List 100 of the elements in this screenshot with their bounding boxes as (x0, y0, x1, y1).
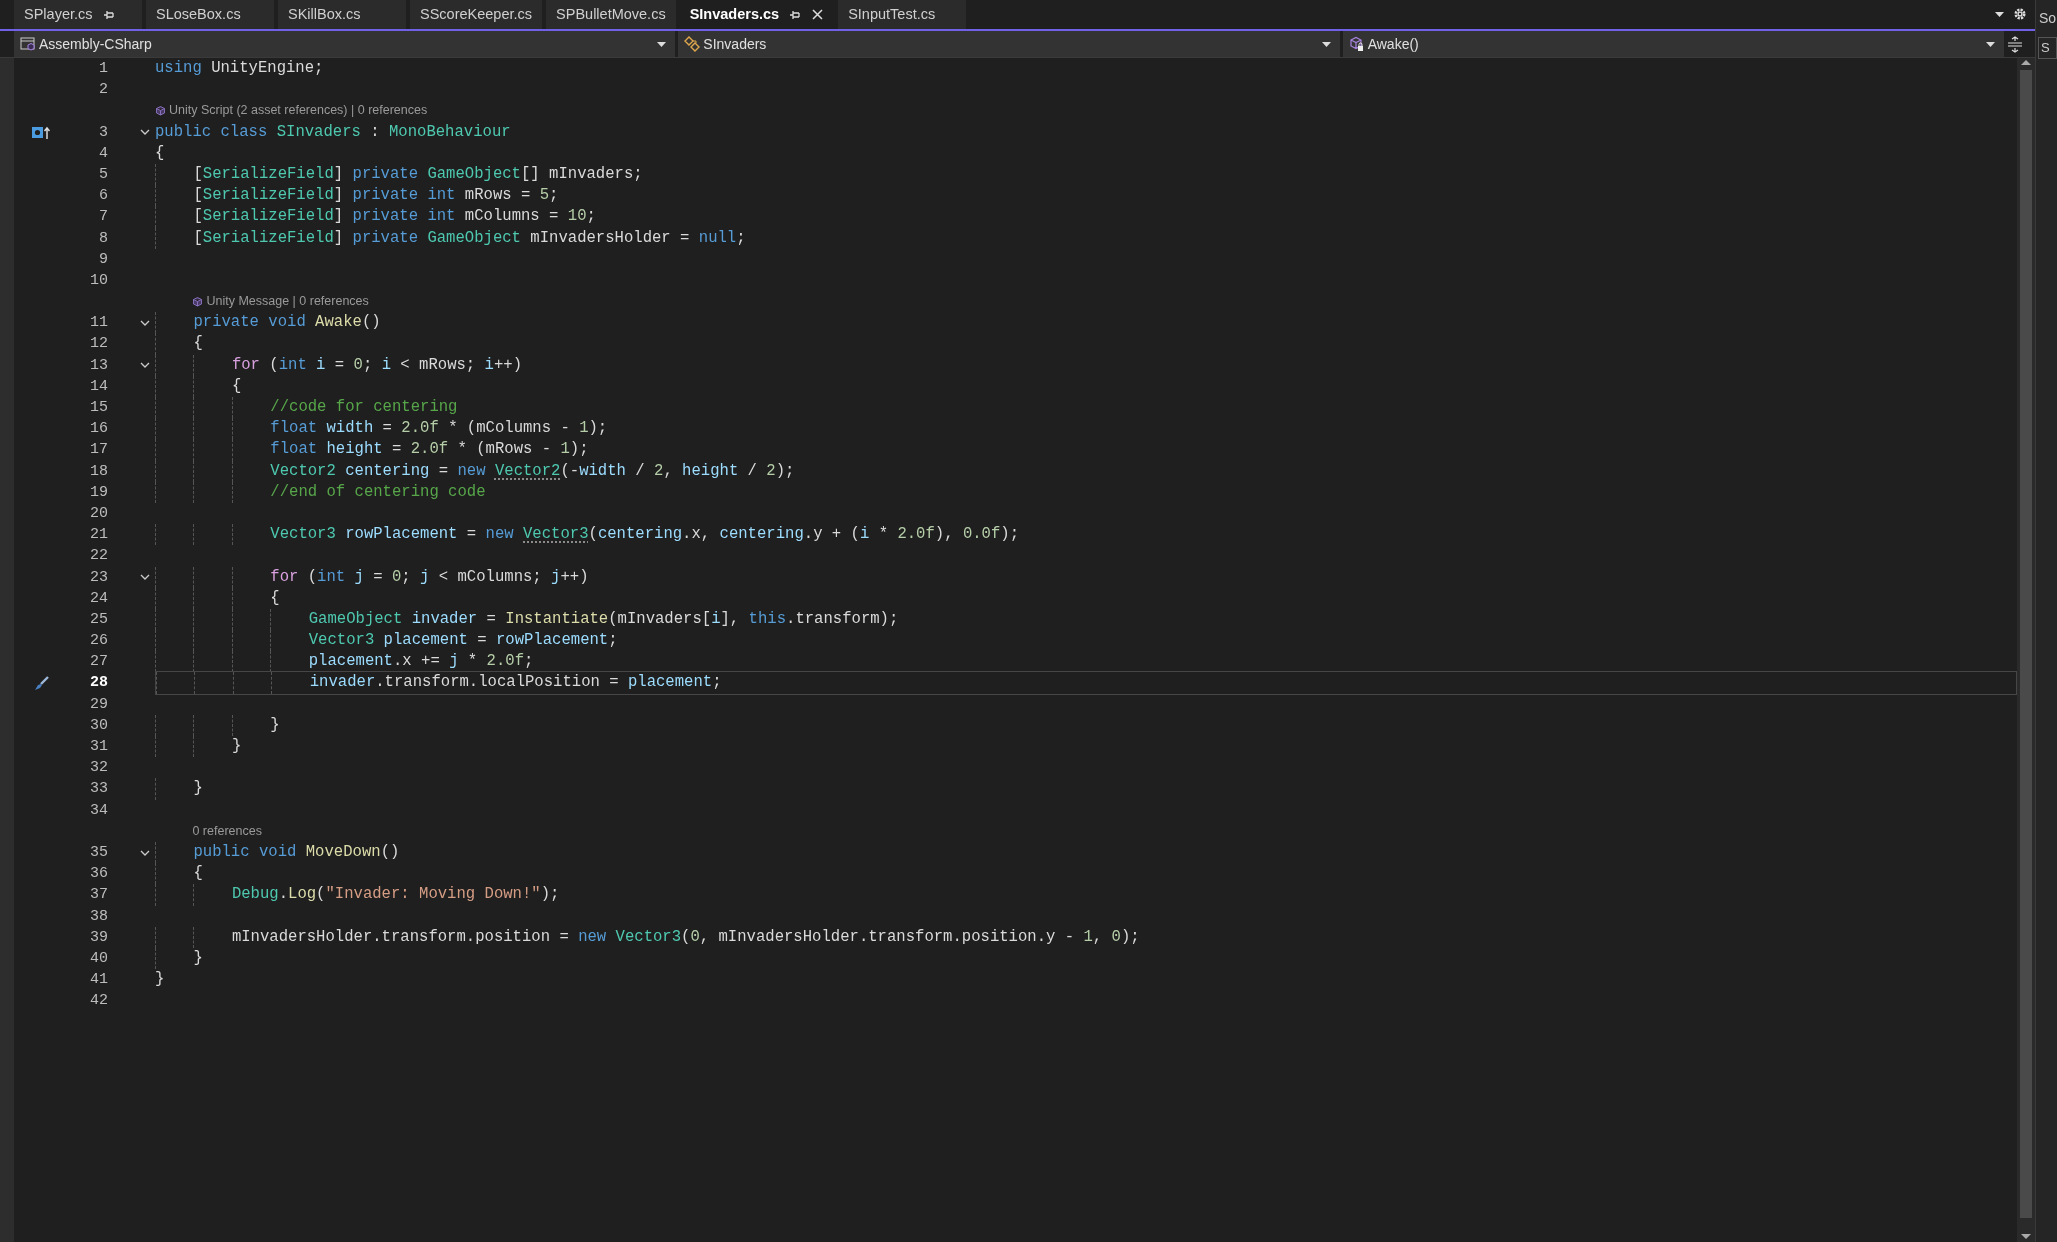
code-line: placement.x += j * 2.0f; (155, 651, 534, 673)
cube-icon (155, 104, 166, 117)
code-line: { (155, 587, 280, 609)
panel-title: So (2038, 9, 2057, 28)
code-line: using UnityEngine; (155, 58, 324, 79)
line-number: 9 (99, 250, 108, 268)
code-line: } (155, 947, 203, 970)
file-tab[interactable]: SScoreKeeper.cs (410, 0, 543, 29)
line-number: 16 (90, 420, 108, 438)
code-line: for (int j = 0; j < mColumns; j++) (155, 566, 589, 588)
code-line: public void MoveDown() (155, 841, 400, 864)
dropdown-icon[interactable] (1994, 9, 2005, 19)
line-number: 4 (99, 144, 108, 162)
code-line: Vector3 placement = rowPlacement; (155, 630, 618, 652)
code-line: [SerializeField] private int mRows = 5; (155, 185, 559, 207)
class-icon (684, 36, 701, 52)
line-number: 38 (90, 907, 108, 925)
code-line: float width = 2.0f * (mColumns - 1); (155, 418, 608, 440)
line-number: 18 (90, 462, 108, 480)
caret-icon (1320, 39, 1332, 49)
code-line: [SerializeField] private int mColumns = 10; (155, 206, 596, 228)
line-number: 17 (90, 441, 108, 459)
file-tab[interactable]: SPBulletMove.cs (546, 0, 676, 29)
code-line: //code for centering (155, 397, 458, 419)
line-number: 20 (90, 504, 108, 522)
code-line: float height = 2.0f * (mRows - 1); (155, 439, 589, 461)
caret-icon (1985, 39, 1996, 49)
line-number: 42 (90, 992, 108, 1010)
cube-lock-icon (1348, 36, 1365, 52)
line-number: 15 (90, 399, 108, 416)
code-line: } (155, 969, 165, 991)
cube-icon (192, 295, 204, 308)
code-line: { (155, 333, 203, 355)
code-line: Debug.Log("Invader: Moving Down!"); (155, 884, 560, 906)
line-number: 36 (90, 865, 108, 883)
line-number: 37 (90, 886, 108, 904)
line-number: 8 (99, 229, 108, 247)
line-number: 33 (90, 780, 108, 798)
settings-icon[interactable] (2013, 7, 2027, 21)
navigation-dropdown[interactable]: Assembly-CSharp (14, 31, 676, 57)
code-line: [SerializeField] private GameObject[] mInvaders; (155, 163, 643, 186)
codelens-text[interactable]: 0 references (192, 820, 262, 842)
file-tab[interactable]: SPlayer.cs (14, 0, 142, 29)
code-line: { (155, 863, 203, 885)
line-number: 19 (90, 483, 108, 501)
code-line: private void Awake() (155, 312, 381, 334)
line-number: 13 (90, 356, 108, 374)
close-icon[interactable] (811, 8, 825, 21)
scrollbar-thumb[interactable] (2020, 70, 2032, 1218)
search-field[interactable]: S (2038, 37, 2057, 59)
line-number: 5 (99, 165, 108, 183)
code-line: invader.transform.localPosition = placement; (156, 672, 722, 694)
line-number: 35 (90, 843, 108, 861)
file-tab[interactable]: SInputTest.cs (838, 0, 967, 29)
line-number: 1 (99, 60, 108, 77)
file-tab[interactable]: SKillBox.cs (278, 0, 406, 29)
code-line: { (155, 375, 242, 397)
code-line: mInvadersHolder.transform.position = new Vector3(0, mInvadersHolder.transform.position.y - 1, 0); (155, 926, 1140, 948)
code-line: GameObject invader = Instantiate(mInvaders[i], this.transform); (155, 608, 899, 631)
file-tab[interactable]: SLoseBox.cs (146, 0, 274, 29)
navigation-dropdown[interactable]: Awake() (1342, 31, 2004, 57)
pin-icon[interactable] (789, 8, 802, 21)
line-number: 10 (90, 271, 108, 289)
code-line: Vector3 rowPlacement = new Vector3(centering.x, centering.y + (i * 2.0f), 0.0f); (155, 524, 1020, 546)
window-icon (20, 36, 36, 52)
line-number: 11 (90, 314, 108, 332)
line-number: 28 (90, 674, 108, 692)
code-line: [SerializeField] private GameObject mInvadersHolder = null; (155, 227, 746, 249)
line-number: 34 (90, 801, 108, 819)
brush-icon[interactable] (32, 674, 50, 692)
code-line: } (155, 714, 280, 736)
scroll-down-icon[interactable] (2020, 1232, 2032, 1242)
line-number: 25 (90, 610, 108, 628)
line-number: 31 (90, 738, 108, 755)
line-number: 30 (90, 716, 108, 734)
code-line: Vector2 centering = new Vector2(-width / 2, height / 2); (155, 460, 795, 482)
line-number: 3 (99, 123, 108, 141)
code-line: { (155, 142, 165, 164)
line-number: 7 (99, 208, 108, 226)
code-line: } (155, 778, 203, 800)
line-number: 41 (90, 971, 108, 989)
line-number: 21 (90, 526, 108, 544)
line-number: 29 (90, 695, 108, 713)
line-number: 12 (90, 335, 108, 353)
line-number: 32 (90, 759, 108, 777)
class-marker-icon[interactable] (31, 124, 50, 140)
codelens-text[interactable]: Unity Message | 0 references (206, 291, 369, 313)
line-number: 27 (90, 653, 108, 671)
pin-icon[interactable] (102, 8, 115, 21)
line-number: 24 (90, 589, 108, 607)
navigation-dropdown[interactable]: SInvaders (678, 31, 1340, 57)
line-number: 22 (90, 547, 108, 565)
line-number: 2 (99, 81, 108, 99)
codelens-text[interactable]: Unity Script (2 asset references) | 0 references (169, 100, 428, 122)
line-number: 6 (99, 187, 108, 205)
caret-icon (656, 39, 668, 49)
code-line: public class SInvaders : MonoBehaviour (155, 121, 511, 143)
line-number: 23 (90, 568, 108, 586)
code-line: } (155, 736, 242, 758)
split-icon[interactable] (2007, 35, 2023, 53)
